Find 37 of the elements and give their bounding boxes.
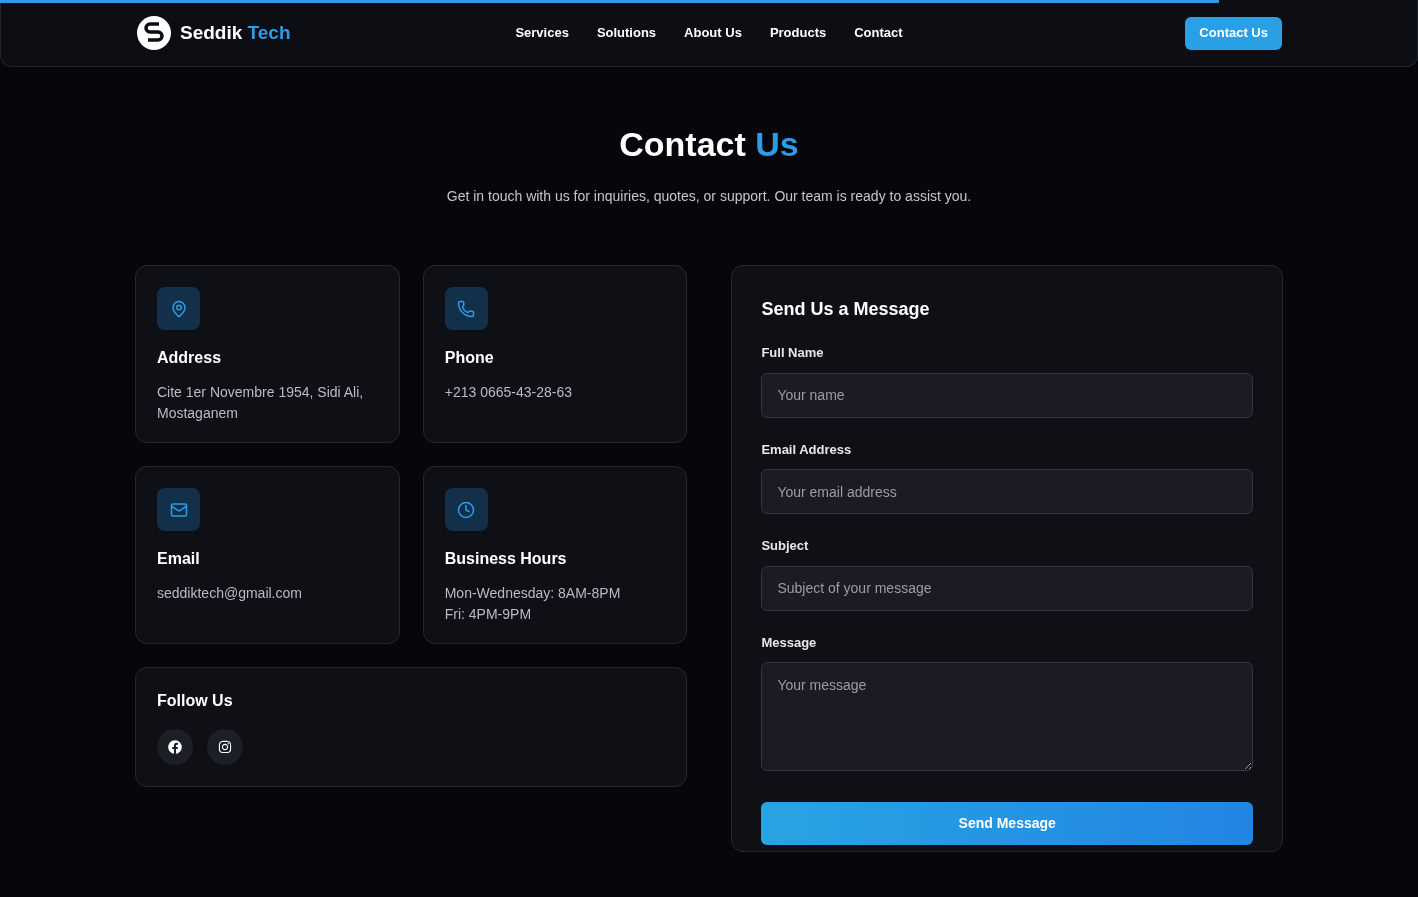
instagram-icon	[218, 740, 232, 754]
nav-link[interactable]: About Us	[684, 23, 742, 43]
facebook-icon	[168, 740, 182, 754]
card-text: Cite 1er Novembre 1954, Sidi Ali,	[157, 383, 365, 402]
card-text: +213 0665-43-28-63	[444, 383, 573, 402]
page-title: Contact Us	[618, 124, 800, 165]
social-link[interactable]	[157, 729, 193, 765]
card-title: Business Hours	[444, 549, 568, 569]
input-field[interactable]: Your name	[761, 372, 1253, 418]
map-pin-icon	[169, 299, 188, 318]
input-field[interactable]: Subject of your message	[761, 565, 1253, 611]
field-label: Email Address	[761, 440, 853, 459]
input-field[interactable]: Your email address	[761, 469, 1253, 514]
nav-link[interactable]: Products	[769, 23, 827, 43]
card-title: Follow Us	[157, 691, 234, 711]
card-text: seddiktech@gmail.com	[157, 584, 303, 603]
mail-icon	[169, 500, 188, 519]
field-label: Subject	[761, 537, 810, 555]
phone-icon	[457, 299, 476, 318]
form-title: Send Us a Message	[761, 298, 931, 321]
field-label: Message	[761, 633, 818, 652]
brand-name: Seddik Tech	[180, 20, 291, 45]
card-text: Fri: 4PM-9PM	[444, 605, 533, 624]
nav-link[interactable]: Solutions	[596, 23, 657, 43]
social-link[interactable]	[207, 729, 243, 765]
card-title: Phone	[444, 348, 495, 368]
card-title: Email	[157, 549, 201, 569]
logo-icon	[136, 15, 172, 51]
clock-icon	[457, 500, 476, 519]
field-label: Full Name	[761, 344, 825, 362]
page-subtitle: Get in touch with us for inquiries, quotes, or support. Our team is ready to assist you.	[445, 187, 973, 206]
card-text: Mostaganem	[157, 404, 239, 423]
card-text: Mon-Wednesday: 8AM-8PM	[444, 584, 622, 603]
nav-link[interactable]: Services	[515, 23, 569, 43]
message-field[interactable]: Your message	[761, 662, 1253, 771]
nav-link[interactable]: Contact	[854, 23, 903, 43]
card-title: Address	[157, 348, 223, 368]
